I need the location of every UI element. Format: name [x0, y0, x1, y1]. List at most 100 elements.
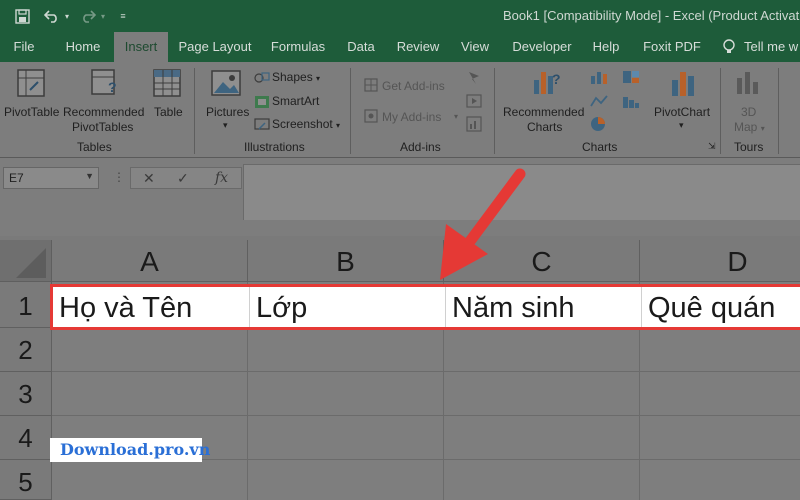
store-icon [364, 78, 378, 92]
cell-d1[interactable]: Quê quán [642, 287, 800, 327]
cancel-icon[interactable]: ✕ [143, 170, 155, 187]
shapes-label: Shapes [272, 70, 313, 84]
ribbon-tabs: File Home Insert Page Layout Formulas Da… [0, 32, 800, 62]
highlighted-row-1: Họ và Tên Lớp Năm sinh Quê quán [50, 284, 800, 330]
formula-buttons: ✕ ✓ fx [130, 167, 242, 189]
tab-view[interactable]: View [456, 32, 494, 62]
smartart-icon [255, 96, 269, 108]
lightbulb-icon [723, 39, 735, 53]
tell-me-search[interactable]: Tell me w [744, 32, 800, 62]
3d-map-label-text: Map [734, 120, 758, 134]
gridline [52, 371, 800, 372]
tours-group-label: Tours [734, 140, 764, 154]
3d-map-icon [737, 72, 758, 94]
group-separator [194, 68, 195, 154]
column-header-c[interactable]: C [444, 240, 640, 282]
tables-group-label: Tables [77, 140, 112, 154]
get-add-ins-button[interactable]: Get Add-ins [382, 79, 445, 93]
undo-dropdown-icon[interactable]: ▾ [63, 7, 71, 25]
title-bar: ▾ ▾ ≡ Book1 [Compatibility Mode] - Excel… [0, 0, 800, 32]
row-header-1[interactable]: 1 [0, 282, 52, 328]
row-header-4[interactable]: 4 [0, 416, 52, 460]
pivotchart-dropdown-icon[interactable]: ▾ [679, 120, 684, 131]
recommended-pivottables-icon: ? [91, 69, 117, 95]
cell-c1[interactable]: Năm sinh [446, 287, 642, 327]
screenshot-icon [254, 118, 270, 130]
ribbon-insert: PivotTable ? Recommended PivotTables Tab… [0, 62, 800, 158]
window-title: Book1 [Compatibility Mode] - Excel (Prod… [503, 8, 800, 23]
row-header-3[interactable]: 3 [0, 372, 52, 416]
tab-page-layout[interactable]: Page Layout [176, 32, 254, 62]
my-add-ins-button[interactable]: My Add-ins [382, 110, 441, 124]
cell-b1[interactable]: Lớp [250, 287, 446, 327]
name-box-dropdown-icon[interactable]: ▼ [85, 171, 94, 181]
pictures-icon [211, 70, 241, 96]
tab-data[interactable]: Data [342, 32, 380, 62]
group-separator [720, 68, 721, 154]
tab-home[interactable]: Home [58, 32, 108, 62]
tab-help[interactable]: Help [588, 32, 624, 62]
redo-icon[interactable] [80, 7, 96, 25]
pivotchart-button[interactable]: PivotChart [654, 105, 710, 119]
svg-text:?: ? [552, 71, 561, 87]
charts-group-label: Charts [582, 140, 618, 154]
smartart-button[interactable]: SmartArt [272, 94, 319, 108]
tab-insert[interactable]: Insert [114, 32, 168, 62]
pivottable-icon [17, 69, 45, 97]
pie-chart-icon[interactable] [590, 116, 606, 132]
name-box[interactable]: E7 ▼ [3, 167, 99, 189]
name-box-value: E7 [9, 171, 24, 185]
3d-map-label-2: Map ▾ [734, 120, 765, 134]
recommended-pivottables-label-2: PivotTables [72, 120, 134, 134]
pictures-dropdown-icon[interactable]: ▾ [223, 120, 228, 131]
gridline [52, 415, 800, 416]
group-separator [350, 68, 351, 154]
my-add-ins-icon [364, 109, 378, 123]
column-chart-icon[interactable] [590, 70, 608, 84]
column-header-b[interactable]: B [248, 240, 444, 282]
redo-dropdown-icon[interactable]: ▾ [99, 7, 107, 25]
row-header-2[interactable]: 2 [0, 328, 52, 372]
cell-a1[interactable]: Họ và Tên [53, 287, 250, 327]
people-graph-icon[interactable] [466, 116, 482, 132]
tab-file[interactable]: File [6, 32, 42, 62]
recommended-charts-button[interactable]: Recommended [503, 105, 584, 119]
charts-dialog-launcher-icon[interactable]: ⇲ [708, 141, 716, 152]
screenshot-label: Screenshot [272, 117, 333, 131]
recommended-charts-label-2: Charts [527, 120, 563, 134]
statistic-chart-icon[interactable] [622, 94, 640, 108]
recommended-charts-icon: ? [534, 71, 561, 94]
formula-input[interactable] [243, 164, 800, 220]
insert-function-icon[interactable]: fx [215, 170, 228, 186]
screenshot-button[interactable]: Screenshot ▾ [272, 117, 340, 131]
column-header-d[interactable]: D [640, 240, 800, 282]
save-icon[interactable] [14, 7, 30, 25]
hierarchy-chart-icon[interactable] [622, 70, 640, 84]
my-add-ins-dropdown-icon[interactable]: ▾ [454, 112, 458, 121]
tab-foxit-pdf[interactable]: Foxit PDF [640, 32, 704, 62]
tab-developer[interactable]: Developer [508, 32, 576, 62]
pictures-button[interactable]: Pictures [206, 105, 249, 119]
column-header-a[interactable]: A [52, 240, 248, 282]
add-ins-group-label: Add-ins [400, 140, 441, 154]
enter-icon[interactable]: ✓ [177, 170, 189, 187]
tab-formulas[interactable]: Formulas [268, 32, 328, 62]
row-header-5[interactable]: 5 [0, 460, 52, 500]
customize-qat-icon[interactable]: ≡ [118, 7, 128, 25]
formula-bar-grip-icon[interactable]: ⋮ [113, 170, 125, 184]
watermark-logo: Download.pro.vn [50, 438, 210, 462]
tab-review[interactable]: Review [394, 32, 442, 62]
pivottable-button[interactable]: PivotTable [4, 105, 59, 119]
video-icon[interactable] [466, 94, 482, 108]
formula-bar: E7 ▼ ⋮ ✕ ✓ fx [0, 158, 800, 236]
recommended-pivottables-button[interactable]: Recommended [63, 105, 144, 119]
table-icon [153, 69, 181, 97]
select-all-button[interactable] [0, 240, 52, 282]
3d-map-button[interactable]: 3D [741, 105, 756, 119]
shapes-button[interactable]: Shapes ▾ [272, 70, 320, 84]
bing-maps-icon[interactable] [466, 70, 482, 86]
table-button[interactable]: Table [154, 105, 183, 119]
line-chart-icon[interactable] [590, 94, 608, 108]
undo-icon[interactable] [44, 7, 60, 25]
group-separator [778, 68, 779, 154]
